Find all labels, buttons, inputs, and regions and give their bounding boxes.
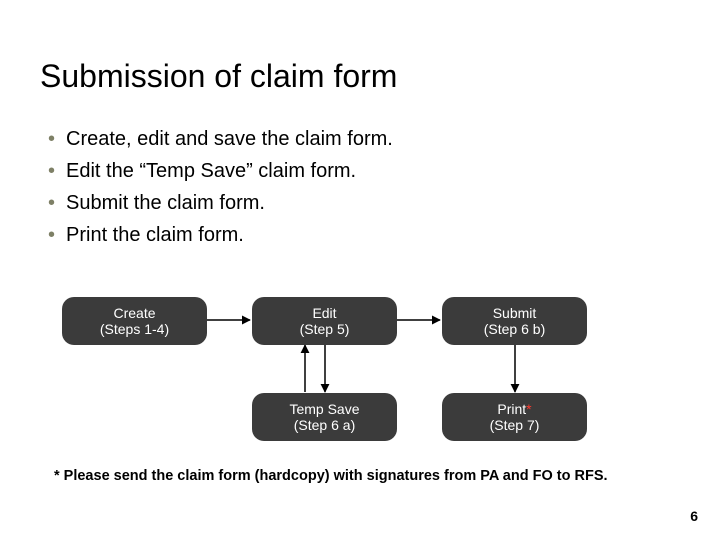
footnote: * Please send the claim form (hardcopy) … — [54, 468, 608, 484]
page-number: 6 — [690, 508, 698, 524]
slide: Submission of claim form Create, edit an… — [0, 0, 720, 540]
connectors — [0, 0, 720, 540]
